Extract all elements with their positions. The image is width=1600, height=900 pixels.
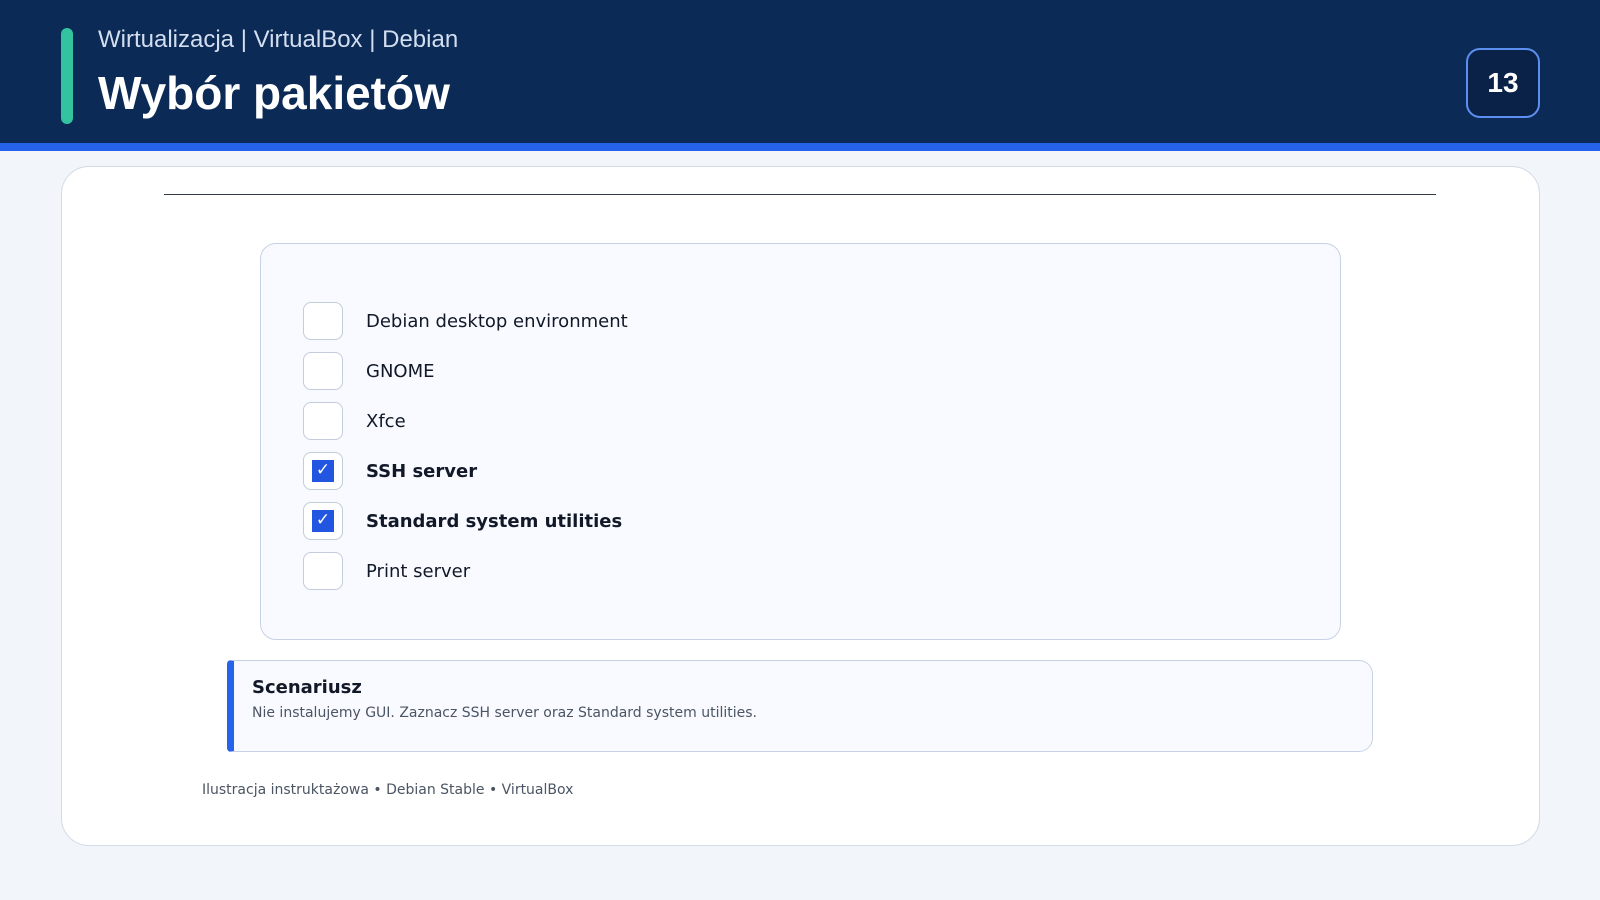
option-label: Xfce xyxy=(366,410,406,432)
accent-bar xyxy=(61,28,73,124)
option-label: GNOME xyxy=(366,360,435,382)
checkbox-xfce[interactable] xyxy=(303,402,343,440)
slide-subtitle: Wirtualizacja | VirtualBox | Debian xyxy=(98,26,459,53)
option-label: Print server xyxy=(366,560,471,582)
checkbox-ssh-server[interactable]: ✓ xyxy=(303,452,343,490)
note-title: Scenariusz xyxy=(252,677,362,698)
slide-title: Wybór pakietów xyxy=(98,67,450,119)
note-text: Nie instalujemy GUI. Zaznacz SSH server … xyxy=(252,705,757,721)
checkbox-debian-desktop-environment[interactable] xyxy=(303,302,343,340)
checkmark-icon: ✓ xyxy=(312,510,334,532)
checkbox-standard-system-utilities[interactable]: ✓ xyxy=(303,502,343,540)
option-label: SSH server xyxy=(366,460,478,482)
option-label: Debian desktop environment xyxy=(366,310,628,332)
page-number-badge: 13 xyxy=(1466,48,1540,118)
option-ssh-server[interactable]: ✓ SSH server xyxy=(303,451,477,491)
divider-line xyxy=(164,194,1436,195)
option-label: Standard system utilities xyxy=(366,510,623,532)
checkbox-print-server[interactable] xyxy=(303,552,343,590)
checkmark-icon: ✓ xyxy=(312,460,334,482)
header-stripe xyxy=(0,143,1600,151)
scenario-note: Scenariusz Nie instalujemy GUI. Zaznacz … xyxy=(227,660,1373,752)
option-debian-desktop-environment[interactable]: Debian desktop environment xyxy=(303,301,628,341)
checkbox-gnome[interactable] xyxy=(303,352,343,390)
option-print-server[interactable]: Print server xyxy=(303,551,470,591)
option-standard-system-utilities[interactable]: ✓ Standard system utilities xyxy=(303,501,622,541)
footer-caption: Ilustracja instruktażowa • Debian Stable… xyxy=(202,782,574,798)
option-gnome[interactable]: GNOME xyxy=(303,351,434,391)
option-xfce[interactable]: Xfce xyxy=(303,401,406,441)
